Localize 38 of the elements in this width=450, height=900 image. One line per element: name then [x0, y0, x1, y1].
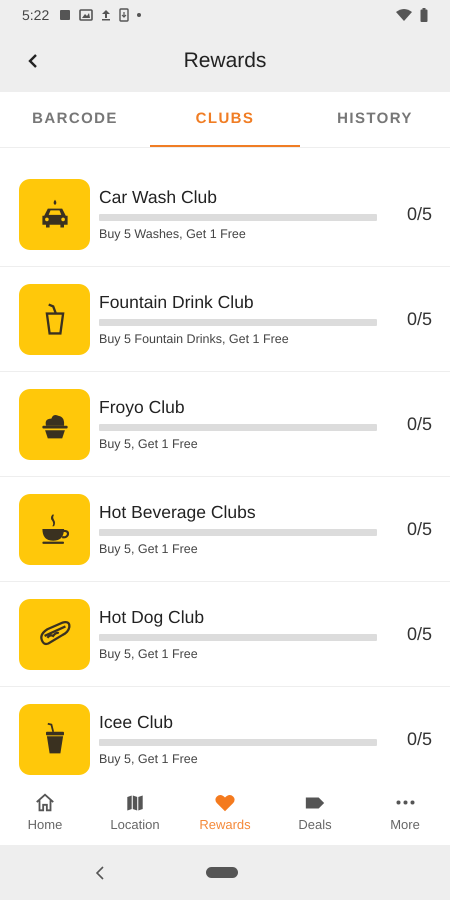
club-name: Hot Dog Club [99, 607, 206, 628]
club-terms: Buy 5 Fountain Drinks, Get 1 Free [99, 332, 290, 346]
club-name: Icee Club [99, 712, 174, 733]
dot-icon [137, 13, 142, 17]
club-name: Car Wash Club [99, 187, 218, 208]
home-icon [34, 792, 56, 814]
nav-item[interactable]: Location [90, 778, 180, 845]
tab[interactable]: HISTORY [300, 92, 450, 147]
club-terms: Buy 5, Get 1 Free [99, 542, 199, 556]
club-name: Fountain Drink Club [99, 292, 255, 313]
wifi-icon [396, 9, 412, 21]
punch-count: 0/5 [406, 728, 432, 750]
tab[interactable]: BARCODE [0, 92, 150, 147]
nav-item[interactable]: More [360, 778, 450, 845]
system-back-icon[interactable] [96, 866, 104, 880]
more-icon [396, 800, 414, 804]
battery-icon [420, 8, 428, 22]
club-name: Froyo Club [99, 397, 186, 418]
image-icon [59, 9, 72, 21]
screen-title: Rewards [184, 49, 266, 73]
punch-count: 0/5 [406, 308, 432, 330]
club-terms: Buy 5, Get 1 Free [99, 437, 199, 451]
nav-item[interactable]: Home [0, 778, 90, 845]
status-time: 5:22 [22, 7, 50, 23]
phone-download-icon [119, 8, 130, 22]
club-name: Hot Beverage Clubs [99, 502, 257, 523]
upload-icon [101, 9, 112, 21]
punch-count: 0/5 [406, 414, 432, 434]
back-icon [28, 53, 38, 69]
club-terms: Buy 5, Get 1 Free [99, 752, 199, 766]
gallery-icon [79, 9, 94, 21]
punch-count: 0/5 [406, 624, 432, 644]
punch-count: 0/5 [406, 204, 432, 224]
club-terms: Buy 5 Washes, Get 1 Free [99, 227, 247, 241]
nav-item[interactable]: Deals [270, 778, 360, 845]
home-handle[interactable] [206, 867, 238, 878]
punch-count: 0/5 [406, 518, 432, 540]
club-terms: Buy 5, Get 1 Free [99, 647, 199, 661]
